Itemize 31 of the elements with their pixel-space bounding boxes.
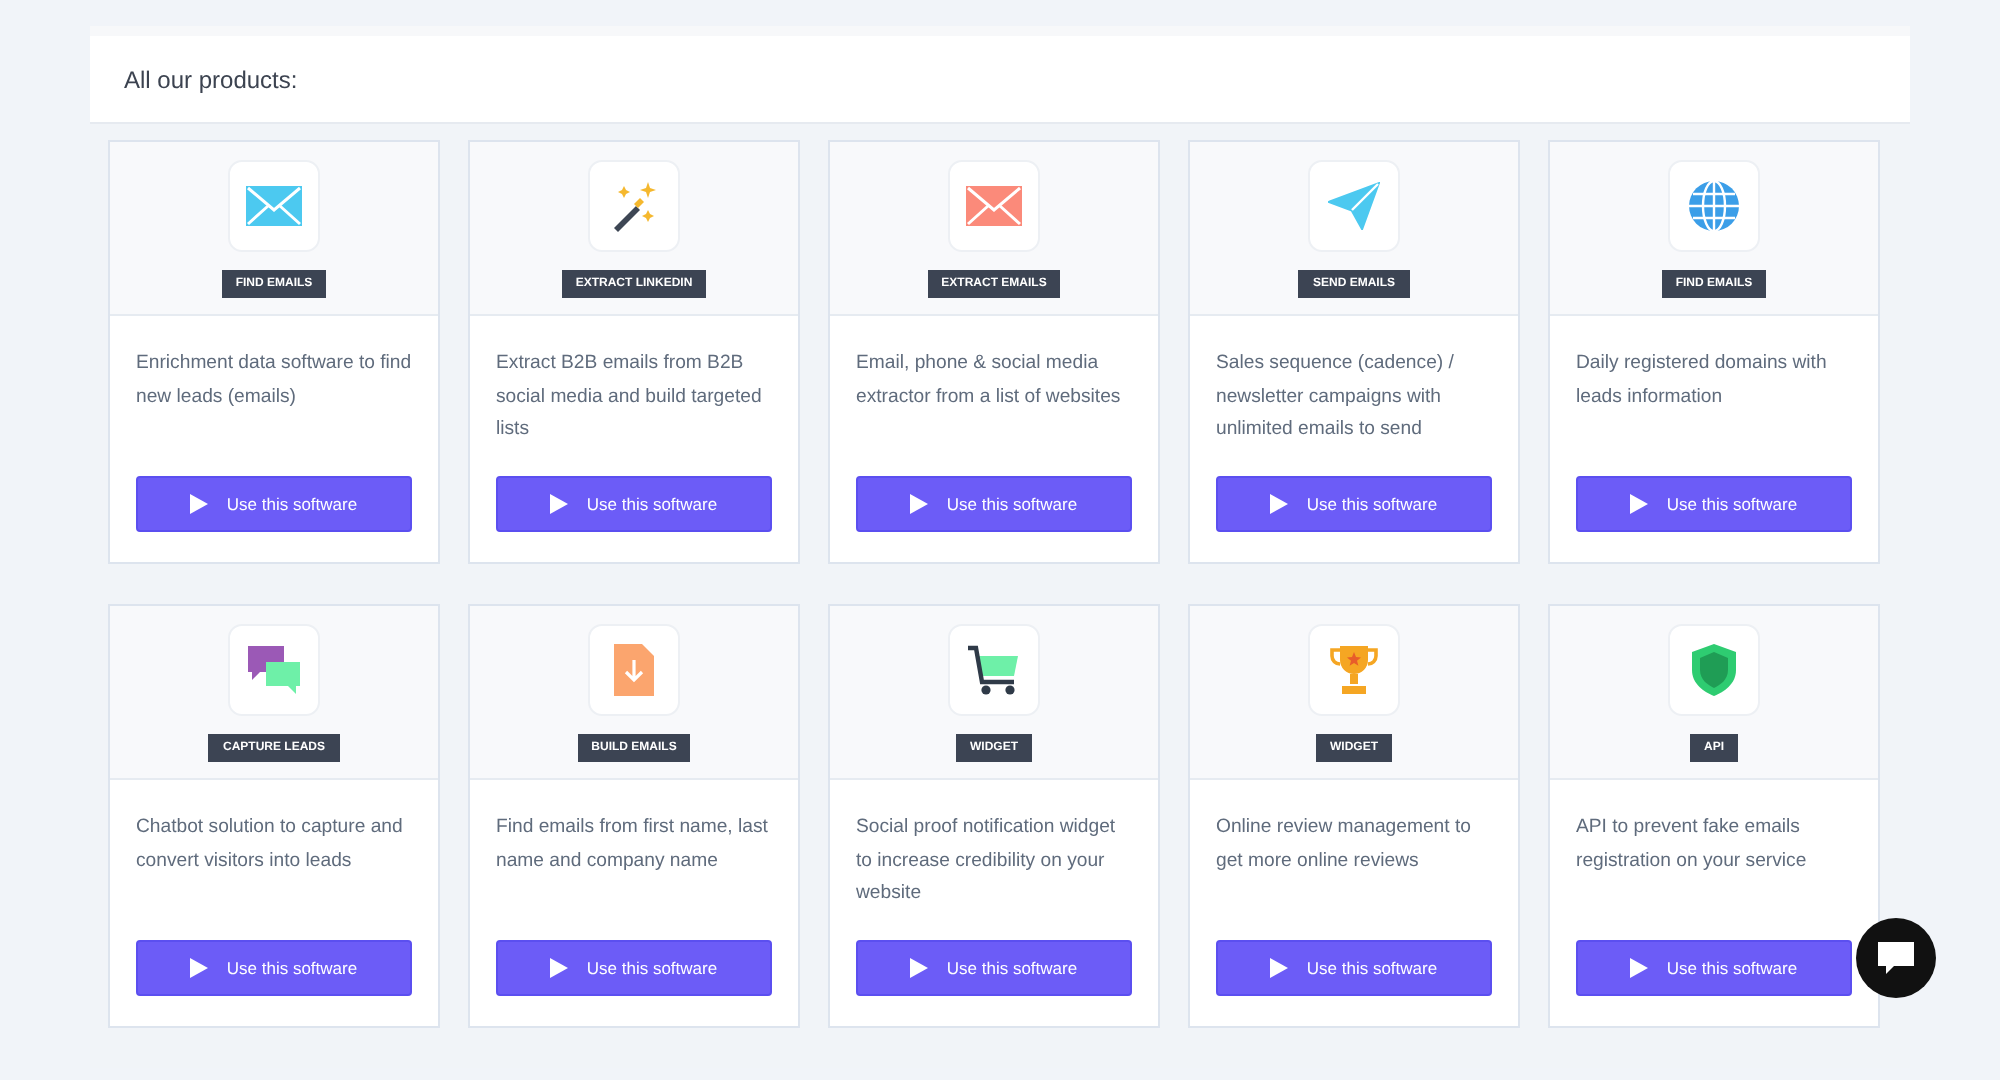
use-software-button[interactable]: Use this software [136,940,412,996]
use-software-button[interactable]: Use this software [856,940,1132,996]
product-description: Daily registered domains with leads information [1576,350,1829,411]
product-description: Extract B2B emails from B2B social media and build targeted lists [496,350,764,444]
product-description: Sales sequence (cadence) / newsletter campaigns with unlimited emails to send [1216,350,1456,444]
play-icon [910,494,929,514]
play-icon [190,494,209,514]
play-icon [190,958,209,978]
product-description: Find emails from first name, last name and company name [496,814,770,875]
play-icon [550,494,569,514]
chat-icon [1878,942,1914,974]
product-description: Online review management to get more online reviews [1216,814,1473,875]
use-software-button[interactable]: Use this software [1216,476,1492,532]
product-description: Enrichment data software to find new leads (emails) [136,350,412,411]
use-software-button[interactable]: Use this software [1576,476,1852,532]
use-software-button[interactable]: Use this software [136,476,412,532]
use-software-button[interactable]: Use this software [856,476,1132,532]
use-software-button[interactable]: Use this software [496,476,772,532]
play-icon [1270,958,1289,978]
play-icon [1270,494,1289,514]
use-software-button[interactable]: Use this software [1216,940,1492,996]
play-icon [550,958,569,978]
use-software-button[interactable]: Use this software [1576,940,1852,996]
play-icon [910,958,929,978]
product-description: Chatbot solution to capture and convert visitors into leads [136,814,405,875]
use-software-button[interactable]: Use this software [496,940,772,996]
play-icon [1630,494,1649,514]
product-description: Email, phone & social media extractor from a list of websites [856,350,1123,411]
product-description: API to prevent fake emails registration on your service [1576,814,1809,875]
play-icon [1630,958,1649,978]
product-description: Social proof notification widget to increase credibility on your website [856,814,1118,908]
